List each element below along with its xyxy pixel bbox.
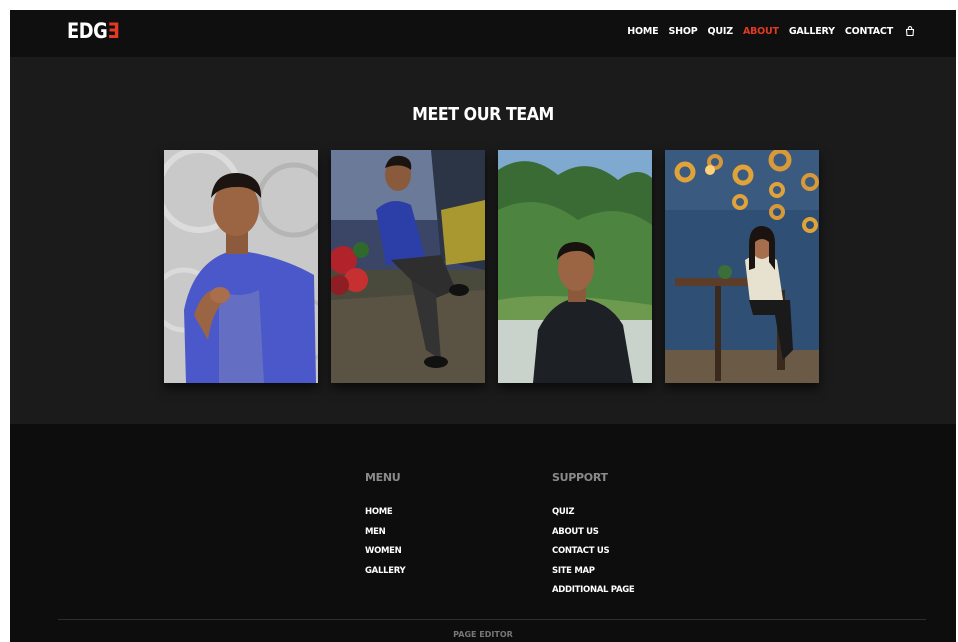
footer-link-quiz[interactable]: QUIZ [552, 507, 634, 527]
site-logo[interactable]: EDGƎ [67, 19, 120, 43]
footer-link-contact-us[interactable]: CONTACT US [552, 546, 634, 566]
footer-credit: PAGE EDITOR [453, 630, 513, 639]
footer-link-women[interactable]: WOMEN [365, 546, 405, 566]
nav-home[interactable]: HOME [627, 26, 658, 37]
nav-quiz[interactable]: QUIZ [708, 26, 734, 37]
section-title: MEET OUR TEAM [412, 104, 554, 125]
page-frame: EDGƎ HOME SHOP QUIZ ABOUT GALLERY CONTAC… [10, 10, 956, 642]
footer-support-heading: SUPPORT [552, 471, 608, 484]
footer-link-home[interactable]: HOME [365, 507, 405, 527]
site-header: EDGƎ HOME SHOP QUIZ ABOUT GALLERY CONTAC… [10, 10, 956, 57]
nav-contact[interactable]: CONTACT [845, 26, 893, 37]
team-section: MEET OUR TEAM [10, 57, 956, 424]
site-footer: MENU HOME MEN WOMEN GALLERY SUPPORT QUIZ… [10, 424, 956, 642]
nav-about[interactable]: ABOUT [743, 26, 779, 37]
footer-menu-column: MENU HOME MEN WOMEN GALLERY [365, 471, 406, 586]
footer-link-gallery[interactable]: GALLERY [365, 566, 406, 586]
footer-link-site-map[interactable]: SITE MAP [552, 566, 634, 586]
footer-divider [58, 619, 926, 620]
team-photo-3 [498, 150, 652, 383]
footer-support-column: SUPPORT QUIZ ABOUT US CONTACT US SITE MA… [552, 471, 635, 605]
footer-link-men[interactable]: MEN [365, 527, 405, 547]
footer-link-about-us[interactable]: ABOUT US [552, 527, 634, 547]
nav-shop[interactable]: SHOP [668, 26, 697, 37]
footer-menu-heading: MENU [365, 471, 401, 484]
team-photo-1 [164, 150, 318, 383]
shopping-bag-icon[interactable] [904, 25, 916, 37]
footer-link-additional-page[interactable]: ADDITIONAL PAGE [552, 585, 635, 605]
nav-gallery[interactable]: GALLERY [789, 26, 835, 37]
main-nav: HOME SHOP QUIZ ABOUT GALLERY CONTACT [617, 25, 916, 37]
team-photo-4 [665, 150, 819, 383]
team-photo-2 [331, 150, 485, 383]
